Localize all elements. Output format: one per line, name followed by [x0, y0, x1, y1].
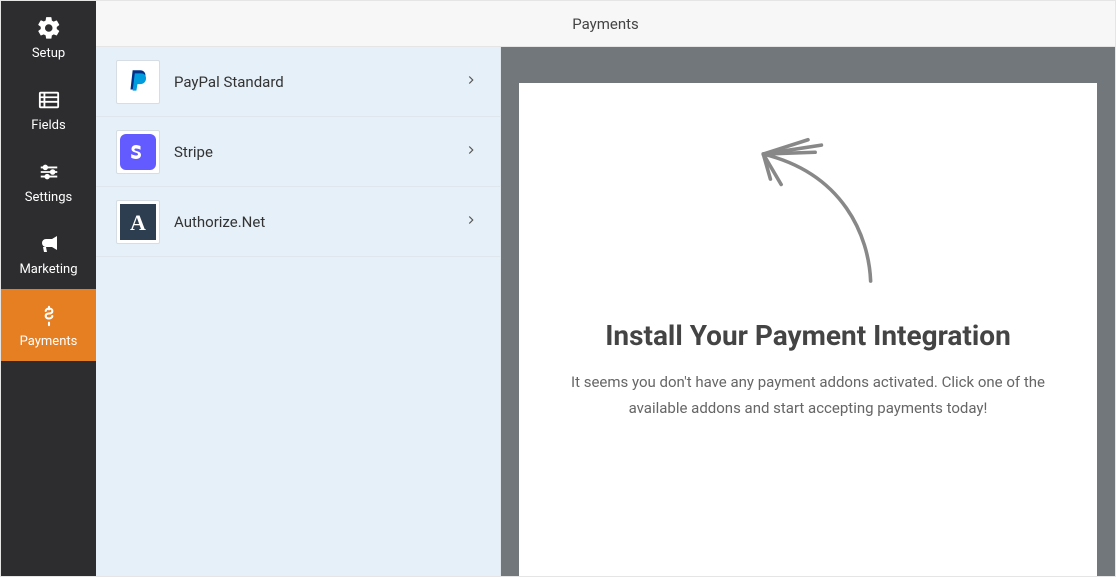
app-root: Setup Fields Settings Marketing Payments [0, 0, 1116, 577]
sidebar: Setup Fields Settings Marketing Payments [1, 1, 96, 576]
dollar-icon [35, 302, 63, 330]
page-title: Payments [572, 15, 639, 33]
sidebar-item-fields[interactable]: Fields [1, 73, 96, 145]
bullhorn-icon [35, 230, 63, 258]
svg-text:A: A [130, 210, 146, 235]
provider-row-paypal[interactable]: PayPal Standard [96, 47, 500, 117]
sidebar-item-payments[interactable]: Payments [1, 289, 96, 361]
provider-name: PayPal Standard [174, 73, 464, 91]
sidebar-item-label: Marketing [19, 262, 77, 277]
provider-row-authorizenet[interactable]: A Authorize.Net [96, 187, 500, 257]
stripe-icon [116, 130, 160, 174]
columns: PayPal Standard Stripe A [96, 47, 1115, 576]
sliders-icon [35, 158, 63, 186]
arrow-sketch-icon [718, 129, 898, 299]
chevron-right-icon [464, 72, 478, 91]
gear-icon [35, 14, 63, 42]
authorizenet-icon: A [116, 200, 160, 244]
empty-state-card: Install Your Payment Integration It seem… [519, 83, 1097, 576]
page-header: Payments [96, 1, 1115, 47]
content-panel: Install Your Payment Integration It seem… [501, 47, 1115, 576]
sidebar-item-setup[interactable]: Setup [1, 1, 96, 73]
chevron-right-icon [464, 142, 478, 161]
provider-row-stripe[interactable]: Stripe [96, 117, 500, 187]
empty-state-title: Install Your Payment Integration [605, 319, 1011, 352]
sidebar-item-label: Fields [31, 118, 65, 133]
sidebar-item-label: Payments [20, 334, 78, 349]
main: Payments PayPal Standard [96, 1, 1115, 576]
providers-list: PayPal Standard Stripe A [96, 47, 501, 576]
sidebar-item-marketing[interactable]: Marketing [1, 217, 96, 289]
sidebar-item-label: Setup [32, 46, 65, 61]
provider-name: Authorize.Net [174, 213, 464, 231]
sidebar-item-settings[interactable]: Settings [1, 145, 96, 217]
sidebar-item-label: Settings [25, 190, 72, 205]
paypal-icon [116, 60, 160, 104]
chevron-right-icon [464, 212, 478, 231]
list-icon [35, 86, 63, 114]
provider-name: Stripe [174, 143, 464, 161]
empty-state-desc: It seems you don't have any payment addo… [548, 370, 1068, 421]
